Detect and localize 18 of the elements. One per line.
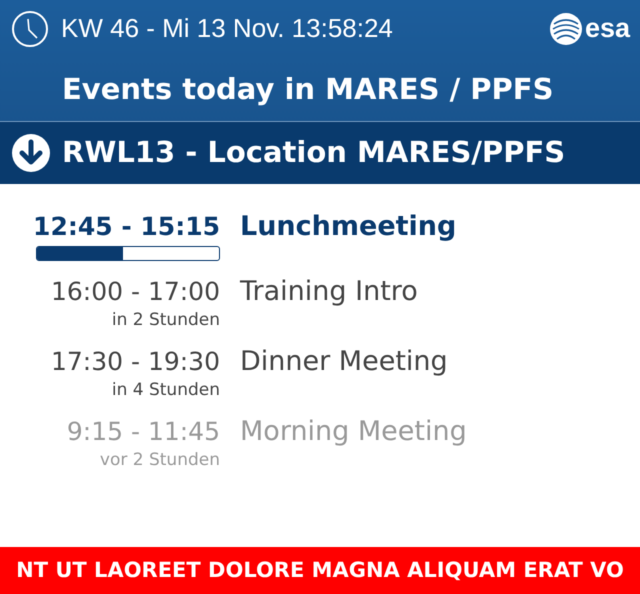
logo-icon [548, 12, 583, 46]
logo-text: esa [584, 15, 630, 42]
event-title: Training Intro [240, 275, 418, 309]
event-title: Dinner Meeting [240, 345, 448, 379]
relative-time: in 4 Stunden [112, 379, 220, 401]
event-title: Morning Meeting [240, 415, 467, 449]
event-title: Lunchmeeting [240, 210, 456, 244]
relative-time: vor 2 Stunden [100, 449, 220, 471]
event-time: 16:00 - 17:00 [50, 276, 220, 308]
event-time: 9:15 - 11:45 [66, 416, 220, 448]
ticker-text: NT UT LAOREET DOLORE MAGNA ALIQUAM ERAT VO [16, 556, 624, 584]
event-time: 17:30 - 19:30 [50, 346, 220, 378]
date-time: KW 46 - Mi 13 Nov. 13:58:24 [61, 12, 393, 46]
event-time: 12:45 - 15:15 [33, 211, 220, 243]
location-label: RWL13 - Location MARES/PPFS [62, 134, 566, 172]
page-title: Events today in MARES / PPFS [62, 70, 554, 108]
relative-time: in 2 Stunden [112, 309, 220, 331]
clock-icon [11, 10, 49, 48]
